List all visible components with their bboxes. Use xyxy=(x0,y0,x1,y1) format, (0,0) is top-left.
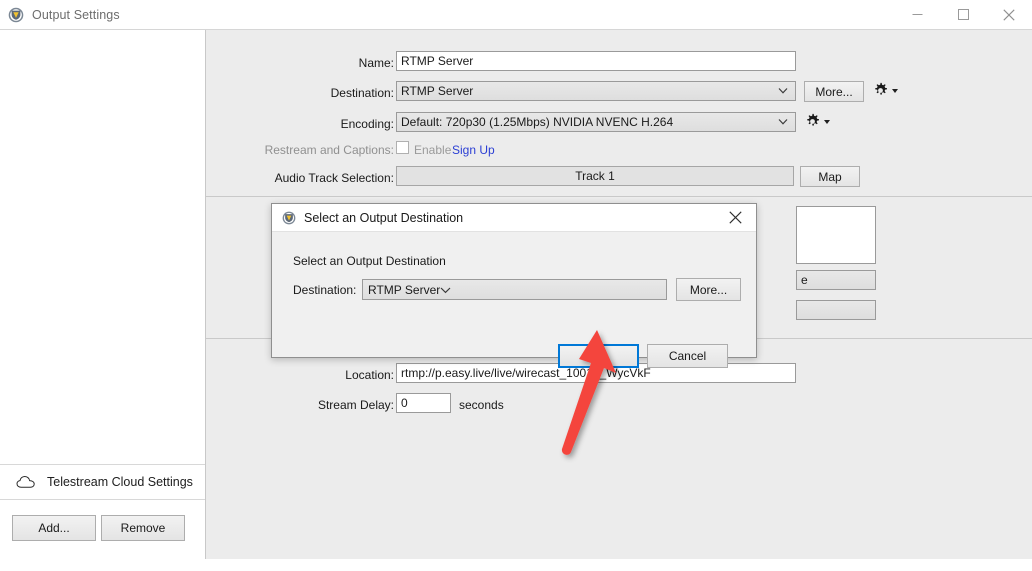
destination-combobox-value: RTMP Server xyxy=(401,84,474,98)
stream-delay-input[interactable]: 0 xyxy=(396,393,451,413)
destination-more-button[interactable]: More... xyxy=(804,81,864,102)
encoding-combobox-value: Default: 720p30 (1.25Mbps) NVIDIA NVENC … xyxy=(401,115,674,129)
sign-up-link[interactable]: Sign Up xyxy=(452,143,495,157)
section-divider-top xyxy=(206,196,1032,197)
destination-list[interactable] xyxy=(0,30,205,464)
encoding-gear-icon[interactable] xyxy=(804,113,830,130)
dialog-ok-button[interactable]: OK xyxy=(558,344,639,368)
dialog-destination-value: RTMP Server xyxy=(368,282,441,297)
hidden-text-area[interactable] xyxy=(796,206,876,264)
gear-dropdown-caret-icon xyxy=(824,119,830,124)
map-button[interactable]: Map xyxy=(800,166,860,187)
dialog-destination-combobox[interactable]: RTMP Server xyxy=(362,279,667,300)
window-controls xyxy=(894,0,1032,29)
dialog-close-icon[interactable] xyxy=(714,204,756,231)
name-input[interactable]: RTMP Server xyxy=(396,51,796,71)
dialog-cancel-button[interactable]: Cancel xyxy=(647,344,728,368)
add-button[interactable]: Add... xyxy=(12,515,96,541)
close-button[interactable] xyxy=(986,0,1032,29)
destination-gear-icon[interactable] xyxy=(872,82,898,99)
window-title: Output Settings xyxy=(32,7,120,22)
dialog-titlebar: Select an Output Destination xyxy=(272,204,756,232)
dialog-more-button[interactable]: More... xyxy=(676,278,741,301)
output-settings-window: Output Settings Telestream Cloud Setting… xyxy=(0,0,1032,559)
name-label: Name: xyxy=(358,56,394,70)
restream-enable-label: Enable xyxy=(414,143,452,157)
dialog-title: Select an Output Destination xyxy=(304,210,464,225)
restream-enable-checkbox[interactable] xyxy=(396,141,409,154)
gear-dropdown-caret-icon xyxy=(892,88,898,93)
audio-track-field[interactable]: Track 1 xyxy=(396,166,794,186)
dialog-heading: Select an Output Destination xyxy=(293,254,446,268)
telestream-cloud-settings-label: Telestream Cloud Settings xyxy=(47,475,193,489)
audio-track-selection-label: Audio Track Selection: xyxy=(274,171,394,185)
hidden-field-2[interactable] xyxy=(796,300,876,320)
stream-delay-label: Stream Delay: xyxy=(317,398,394,412)
remove-button[interactable]: Remove xyxy=(101,515,185,541)
wirecast-logo-icon xyxy=(8,7,24,23)
destination-label: Destination: xyxy=(330,86,394,100)
sidebar-action-buttons: Add... Remove xyxy=(0,501,205,559)
dialog-body: Select an Output Destination Destination… xyxy=(272,232,756,368)
minimize-button[interactable] xyxy=(894,0,940,29)
chevron-down-icon xyxy=(778,88,788,95)
window-titlebar: Output Settings xyxy=(0,0,1032,30)
stream-delay-units-label: seconds xyxy=(459,398,504,412)
restream-captions-label: Restream and Captions: xyxy=(264,143,394,157)
chevron-down-icon xyxy=(778,119,788,126)
location-label: Location: xyxy=(345,368,394,382)
select-output-destination-dialog: Select an Output Destination Select an O… xyxy=(271,203,757,368)
maximize-button[interactable] xyxy=(940,0,986,29)
hidden-field-1[interactable]: e xyxy=(796,270,876,290)
chevron-down-icon xyxy=(440,283,451,297)
dialog-destination-label: Destination: xyxy=(293,283,357,297)
cloud-icon xyxy=(16,475,36,489)
sidebar-item-telestream-cloud-settings[interactable]: Telestream Cloud Settings xyxy=(0,464,205,500)
output-destinations-sidebar: Telestream Cloud Settings Add... Remove xyxy=(0,30,206,559)
encoding-label: Encoding: xyxy=(340,117,394,131)
destination-combobox[interactable]: RTMP Server xyxy=(396,81,796,101)
wirecast-logo-icon xyxy=(282,211,296,225)
encoding-combobox[interactable]: Default: 720p30 (1.25Mbps) NVIDIA NVENC … xyxy=(396,112,796,132)
